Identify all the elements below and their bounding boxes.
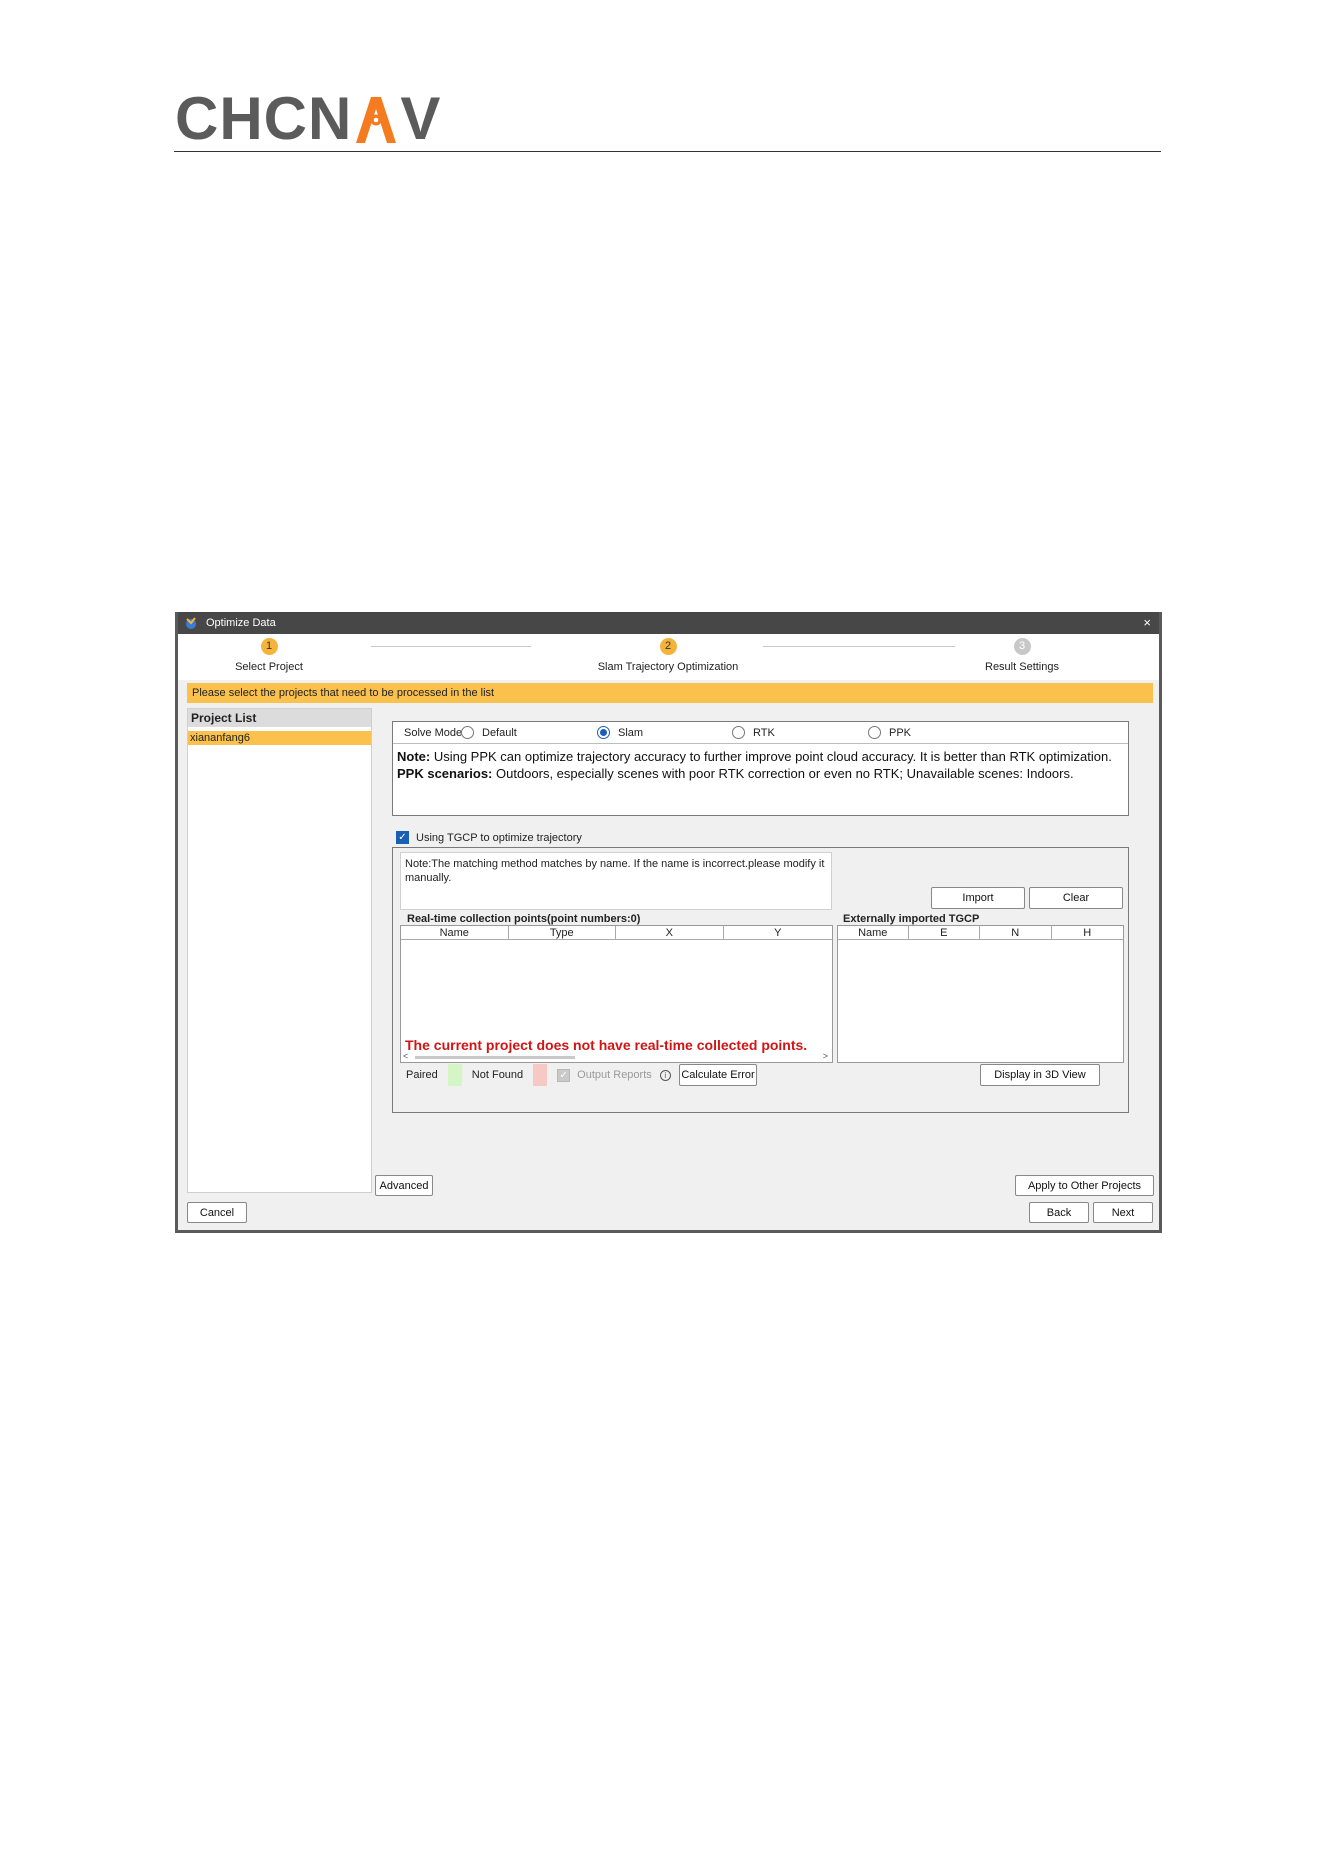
ppk-scenarios-label: PPK scenarios:: [397, 766, 493, 781]
paired-label: Paired: [406, 1069, 438, 1081]
next-button[interactable]: Next: [1093, 1202, 1153, 1223]
project-list-header: Project List: [188, 709, 371, 727]
step-result-settings: 3 Result Settings: [922, 638, 1122, 673]
not-found-color-swatch: [533, 1064, 548, 1086]
optimize-data-dialog: Optimize Data × 1 Select Project 2 Slam …: [175, 612, 1162, 1233]
cancel-button[interactable]: Cancel: [187, 1202, 247, 1223]
note-label: Note:: [397, 749, 431, 764]
radio-button[interactable]: [868, 726, 881, 739]
step-number-2: 2: [659, 638, 677, 655]
column-header-type[interactable]: Type: [509, 926, 616, 939]
radio-default[interactable]: Default: [461, 726, 517, 739]
step-label: Result Settings: [985, 661, 1059, 673]
radio-label: RTK: [753, 726, 775, 739]
external-tgcp-title: Externally imported TGCP: [843, 913, 980, 925]
back-button[interactable]: Back: [1029, 1202, 1089, 1223]
close-icon[interactable]: ×: [1143, 615, 1151, 630]
solve-mode-row: Solve Mode Default Slam RTK PPK: [393, 722, 1128, 744]
checkbox-checked-icon[interactable]: ✓: [396, 831, 409, 844]
import-button[interactable]: Import: [931, 887, 1025, 909]
optimization-settings-panel: Solve Mode Default Slam RTK PPK Note: Us…: [376, 708, 1156, 1193]
logo-a-pin-icon: [354, 93, 398, 145]
project-list-panel: Project List xiananfang6: [187, 708, 372, 1193]
solve-mode-box: Solve Mode Default Slam RTK PPK Note: Us…: [392, 721, 1129, 816]
header-divider: [174, 151, 1161, 152]
scroll-left-icon[interactable]: <: [403, 1051, 408, 1061]
tgcp-panel: Note:The matching method matches by name…: [392, 847, 1129, 1113]
project-list-item[interactable]: xiananfang6: [188, 731, 371, 745]
paired-color-swatch: [447, 1064, 462, 1086]
radio-button[interactable]: [461, 726, 474, 739]
column-header-n[interactable]: N: [980, 926, 1052, 939]
tgcp-checkbox[interactable]: ✓ Using TGCP to optimize trajectory: [396, 831, 582, 844]
logo-text-left: CHCN: [175, 85, 353, 152]
table-header: Name E N H: [838, 926, 1123, 940]
instruction-banner: Please select the projects that need to …: [187, 683, 1153, 703]
empty-table-message: The current project does not have real-t…: [405, 1037, 808, 1053]
step-slam-optimization: 2 Slam Trajectory Optimization: [538, 638, 798, 673]
note-text: Using PPK can optimize trajectory accura…: [430, 749, 1112, 764]
radio-ppk[interactable]: PPK: [868, 726, 911, 739]
calculate-error-button[interactable]: Calculate Error: [679, 1064, 757, 1086]
column-header-e[interactable]: E: [909, 926, 980, 939]
scroll-right-icon[interactable]: >: [823, 1051, 828, 1061]
not-found-label: Not Found: [471, 1069, 524, 1081]
output-reports-checkbox[interactable]: ✓: [557, 1068, 571, 1082]
realtime-points-title: Real-time collection points(point number…: [407, 913, 641, 925]
ppk-note: Note: Using PPK can optimize trajectory …: [393, 744, 1128, 782]
radio-slam[interactable]: Slam: [597, 726, 643, 739]
legend-row: Paired Not Found ✓ Output Reports i: [406, 1064, 671, 1086]
radio-label: PPK: [889, 726, 912, 739]
app-icon: [184, 616, 198, 630]
matching-note: Note:The matching method matches by name…: [400, 852, 832, 910]
step-select-project: 1 Select Project: [169, 638, 369, 673]
logo-text-right: V: [400, 85, 442, 152]
step-label: Slam Trajectory Optimization: [597, 661, 739, 673]
column-header-h[interactable]: H: [1052, 926, 1124, 939]
wizard-stepper: 1 Select Project 2 Slam Trajectory Optim…: [178, 634, 1159, 680]
advanced-button[interactable]: Advanced: [375, 1175, 433, 1196]
window-title: Optimize Data: [206, 617, 276, 629]
tgcp-checkbox-label: Using TGCP to optimize trajectory: [416, 831, 582, 844]
radio-label: Default: [482, 726, 517, 739]
radio-button-selected[interactable]: [597, 726, 610, 739]
column-header-y[interactable]: Y: [724, 926, 833, 939]
column-header-name[interactable]: Name: [838, 926, 909, 939]
apply-to-other-projects-button[interactable]: Apply to Other Projects: [1015, 1175, 1154, 1196]
step-number-1: 1: [260, 638, 278, 655]
title-bar[interactable]: Optimize Data ×: [178, 612, 1159, 634]
info-icon[interactable]: i: [659, 1069, 671, 1081]
table-header: Name Type X Y: [401, 926, 832, 940]
column-header-x[interactable]: X: [616, 926, 724, 939]
radio-label: Slam: [618, 726, 644, 739]
horizontal-scrollbar[interactable]: < >: [401, 1051, 832, 1062]
clear-button[interactable]: Clear: [1029, 887, 1123, 909]
scroll-thumb[interactable]: [415, 1056, 575, 1059]
column-header-name[interactable]: Name: [401, 926, 509, 939]
radio-button[interactable]: [732, 726, 745, 739]
radio-rtk[interactable]: RTK: [732, 726, 775, 739]
ppk-scenarios-text: Outdoors, especially scenes with poor RT…: [492, 766, 1074, 781]
display-3d-view-button[interactable]: Display in 3D View: [980, 1064, 1100, 1086]
chcnav-logo: CHCN V: [175, 85, 442, 152]
realtime-points-table[interactable]: Name Type X Y The current project does n…: [400, 925, 833, 1063]
solve-mode-label: Solve Mode: [404, 727, 463, 739]
step-label: Select Project: [235, 661, 303, 673]
external-tgcp-table[interactable]: Name E N H: [837, 925, 1124, 1063]
step-connector: [371, 646, 531, 647]
output-reports-label: Output Reports: [577, 1069, 652, 1081]
step-number-3: 3: [1013, 638, 1031, 655]
